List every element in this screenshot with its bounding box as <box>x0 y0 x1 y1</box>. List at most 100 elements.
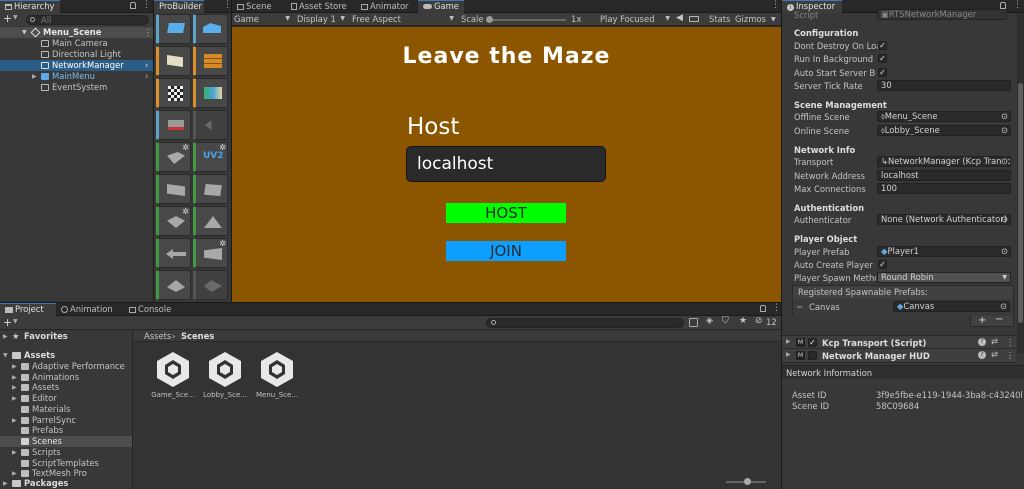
favorites-row[interactable]: ▶ ★ Favorites <box>0 331 132 342</box>
mute-audio-icon[interactable]: ◀ <box>676 13 683 23</box>
tab-project[interactable]: Project <box>0 303 56 316</box>
scrollbar-thumb[interactable] <box>1018 83 1023 323</box>
host-address-input[interactable]: localhost <box>406 146 606 182</box>
player-prefab-field[interactable]: ◆Player1 ⊙ <box>877 246 1011 257</box>
folder-item[interactable]: Scenes <box>0 436 132 447</box>
folder-item[interactable]: ▶ Adaptive Performance <box>0 361 132 372</box>
object-picker-icon[interactable]: ⊙ <box>1000 157 1008 166</box>
hidden-packages-icon[interactable]: ⊘ <box>755 316 763 326</box>
icon-size-slider[interactable] <box>726 478 766 485</box>
remove-icon[interactable]: − <box>995 314 1003 325</box>
tick-rate-field[interactable]: 30 <box>877 80 1011 91</box>
auto-start-checkbox[interactable]: ✓ <box>878 68 887 77</box>
slider-handle[interactable] <box>486 16 493 23</box>
kebab-menu-icon[interactable]: ⋮ <box>223 0 231 10</box>
hierarchy-item[interactable]: EventSystem <box>0 82 153 93</box>
hierarchy-item[interactable]: NetworkManager › <box>0 60 153 71</box>
tab-probuilder[interactable]: ProBuilder <box>154 0 204 13</box>
online-scene-field[interactable]: ⬨Lobby_Scene ⊙ <box>877 125 1011 136</box>
probuilder-material-editor-button[interactable] <box>156 46 191 76</box>
authenticator-field[interactable]: None (Network Authenticator) ⊙ <box>877 214 1011 225</box>
folder-item[interactable]: Materials <box>0 404 132 415</box>
breadcrumb-item[interactable]: Assets <box>144 330 171 342</box>
breadcrumb-item[interactable]: Scenes <box>181 330 214 342</box>
probuilder-uv2-button[interactable]: UV2 ✲ <box>193 142 228 172</box>
transport-field[interactable]: ↳NetworkManager (Kcp Transport) ⊙ <box>877 156 1011 167</box>
kebab-menu-icon[interactable]: ⋮ <box>144 27 152 38</box>
join-button[interactable]: JOIN <box>446 241 566 261</box>
folder-item[interactable]: ▶ Assets <box>0 382 132 393</box>
kebab-menu-icon[interactable]: ⋮ <box>771 0 780 10</box>
probuilder-center-pivot-button[interactable]: ✲ <box>156 206 191 236</box>
asset-tile[interactable]: Game_Sce... <box>149 350 197 410</box>
add-icon[interactable]: + <box>3 316 12 329</box>
lock-icon[interactable] <box>130 2 136 9</box>
drag-handle-icon[interactable]: ═ <box>797 302 802 312</box>
chevron-down-icon[interactable]: ▼ <box>771 13 776 26</box>
favorite-star-icon[interactable]: ★ <box>739 316 747 326</box>
expand-arrow-icon[interactable]: ▶ <box>12 382 17 393</box>
slider-handle[interactable] <box>744 478 751 485</box>
network-address-field[interactable]: localhost <box>877 170 1011 181</box>
auto-create-player-checkbox[interactable]: ✓ <box>878 260 887 269</box>
kebab-menu-icon[interactable]: ⋮ <box>1006 337 1014 347</box>
run-in-background-checkbox[interactable]: ✓ <box>878 54 887 63</box>
offline-scene-field[interactable]: ⬨Menu_Scene ⊙ <box>877 111 1011 122</box>
folder-item[interactable]: ▶ Editor <box>0 393 132 404</box>
hierarchy-item[interactable]: Main Camera <box>0 38 153 49</box>
probuilder-texture-button[interactable] <box>156 78 191 108</box>
preset-icon[interactable]: ⇄ <box>991 349 998 359</box>
kebab-menu-icon[interactable]: ⋮ <box>1013 0 1022 10</box>
object-picker-icon[interactable]: ⊙ <box>1001 126 1008 135</box>
probuilder-freeze-button[interactable] <box>156 238 191 268</box>
object-picker-icon[interactable]: ⊙ <box>1000 302 1007 311</box>
keyboard-icon[interactable] <box>689 16 699 22</box>
dropdown-arrow-icon[interactable]: ▼ <box>13 14 18 21</box>
filter-icon[interactable]: ⛉ <box>722 316 729 326</box>
lock-icon[interactable] <box>1000 2 1006 9</box>
probuilder-uv-editor-button[interactable] <box>193 46 228 76</box>
dont-destroy-checkbox[interactable]: ✓ <box>878 41 887 50</box>
expand-arrow-icon[interactable]: ▶ <box>32 71 37 82</box>
probuilder-poly-shape-button[interactable] <box>193 14 228 44</box>
kcp-enabled-checkbox[interactable]: ✓ <box>808 338 817 347</box>
help-icon[interactable]: ? <box>978 338 986 346</box>
canvas-prefab-field[interactable]: ◆Canvas ⊙ <box>893 301 1010 312</box>
aspect-dropdown[interactable]: Free Aspect ▼ <box>352 13 456 25</box>
object-picker-icon[interactable]: ⊙ <box>1001 112 1008 121</box>
asset-tile[interactable]: Lobby_Sce... <box>201 350 249 410</box>
host-button[interactable]: HOST <box>446 203 566 223</box>
expand-arrow-icon[interactable]: ▼ <box>3 350 8 361</box>
expand-arrow-icon[interactable]: ▶ <box>786 351 791 358</box>
expand-arrow-icon[interactable]: ▼ <box>22 27 27 38</box>
probuilder-subdivide-button[interactable] <box>193 174 228 204</box>
tab-animator[interactable]: Animator <box>356 0 414 13</box>
expand-arrow-icon[interactable]: ▶ <box>786 338 791 345</box>
asset-tile[interactable]: Menu_Sce... <box>253 350 301 410</box>
probuilder-triangulate-button[interactable] <box>193 206 228 236</box>
expand-arrow-icon[interactable]: ▶ <box>3 478 8 489</box>
hud-component-header[interactable]: ▶ M Network Manager HUD ? ⇄ ⋮ <box>782 349 1016 363</box>
display-dropdown[interactable]: Display 1 ▼ <box>297 13 345 25</box>
probuilder-export-button[interactable] <box>156 270 191 300</box>
hierarchy-item[interactable]: ▶ MainMenu › <box>0 71 153 82</box>
probuilder-merge-button[interactable]: ✲ <box>156 142 191 172</box>
hud-enabled-checkbox[interactable] <box>808 351 817 360</box>
probuilder-new-shape-button[interactable] <box>156 14 191 44</box>
search-input[interactable]: All <box>26 15 149 25</box>
expand-arrow-icon[interactable]: ▶ <box>12 393 17 404</box>
probuilder-mirror-button[interactable] <box>193 110 228 140</box>
search-by-type-icon[interactable] <box>689 318 698 327</box>
spawn-method-dropdown[interactable]: Round Robin ▼ <box>877 272 1011 283</box>
add-icon[interactable]: + <box>978 315 986 326</box>
probuilder-smoothing-button[interactable] <box>156 110 191 140</box>
probuilder-disabled-button[interactable] <box>193 270 228 300</box>
chevron-right-icon[interactable]: › <box>145 60 148 71</box>
search-by-label-icon[interactable]: ◈ <box>706 316 713 326</box>
tab-game[interactable]: Game <box>418 0 464 13</box>
inspector-scrollbar[interactable] <box>1017 13 1024 353</box>
gizmos-button[interactable]: Gizmos <box>735 13 766 26</box>
preset-icon[interactable]: ⇄ <box>991 336 998 346</box>
play-focused-dropdown[interactable]: Play Focused ▼ <box>600 13 672 25</box>
kebab-menu-icon[interactable]: ⋮ <box>142 0 151 10</box>
